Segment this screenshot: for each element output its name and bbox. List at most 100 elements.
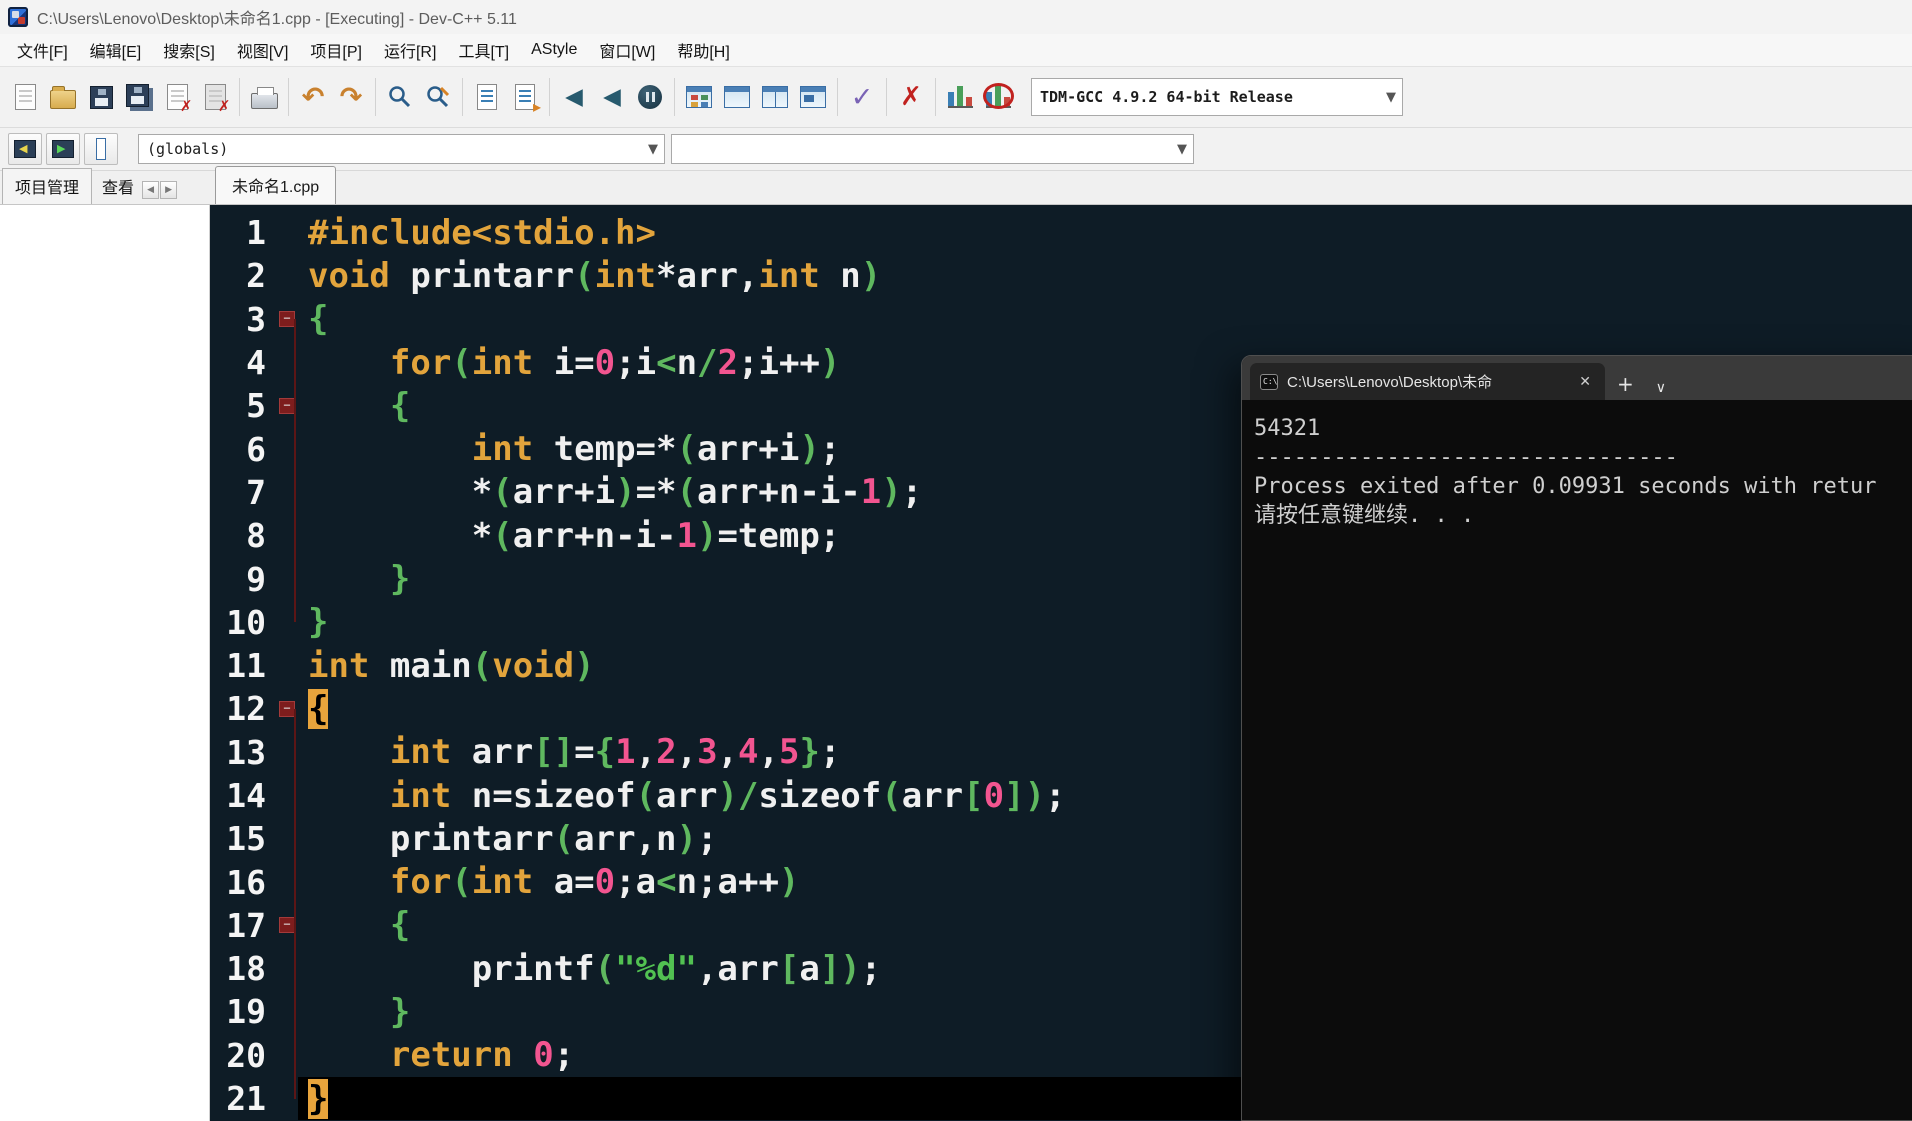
goto-line-button[interactable] — [468, 75, 506, 119]
replace-button[interactable] — [419, 75, 457, 119]
close-file-button[interactable] — [158, 75, 196, 119]
terminal-window[interactable]: C:\ C:\Users\Lenovo\Desktop\未命 ✕ + ∨ 543… — [1241, 355, 1912, 1121]
toolbar-separator — [935, 78, 936, 116]
compile-run-icon — [762, 86, 788, 108]
line-number: 16 — [226, 862, 266, 902]
rebuild-all-button[interactable] — [794, 75, 832, 119]
new-file-button[interactable] — [6, 75, 44, 119]
fold-marker-icon[interactable]: − — [279, 700, 295, 717]
devcpp-app-icon — [8, 7, 28, 27]
compiler-select[interactable]: TDM-GCC 4.9.2 64-bit Release ▼ — [1031, 78, 1403, 116]
line-number: 10 — [226, 602, 266, 642]
profile-button[interactable] — [941, 75, 979, 119]
redo-button[interactable]: ↷ — [332, 75, 370, 119]
window-title: C:\Users\Lenovo\Desktop\未命名1.cpp - [Exec… — [37, 11, 517, 28]
back-arrow-bar-icon: ◀ — [603, 84, 621, 110]
tab-scroll-right-button[interactable]: ▶ — [160, 181, 178, 199]
goto-implementation-button[interactable] — [46, 133, 80, 165]
menu-item[interactable]: 运行[R] — [373, 33, 447, 67]
line-number: 7 — [246, 472, 266, 512]
terminal-tab[interactable]: C:\ C:\Users\Lenovo\Desktop\未命 ✕ — [1250, 363, 1605, 400]
menu-item[interactable]: 帮助[H] — [666, 33, 740, 67]
syntax-check-button[interactable]: ✓ — [843, 75, 881, 119]
terminal-line: 54321 — [1254, 416, 1321, 441]
code-line: 2 void printarr(int *arr, int n) — [210, 254, 1912, 297]
line-number: 8 — [246, 516, 266, 556]
close-all-button[interactable] — [196, 75, 234, 119]
menu-item[interactable]: 视图[V] — [226, 33, 300, 67]
line-number: 4 — [246, 343, 266, 383]
goto-declaration-button[interactable] — [8, 133, 42, 165]
terminal-output: 54321 -------------------------------- Pro… — [1242, 400, 1912, 530]
save-all-button[interactable] — [120, 75, 158, 119]
line-number: 2 — [246, 256, 266, 296]
pause-program-button[interactable] — [631, 75, 669, 119]
terminal-new-tab-button[interactable]: + — [1605, 372, 1646, 400]
toolbar-separator — [549, 78, 550, 116]
find-button[interactable] — [381, 75, 419, 119]
save-all-icon — [125, 83, 149, 107]
tab-project-manager[interactable]: 项目管理 — [2, 168, 93, 204]
fold-marker-icon[interactable]: − — [279, 397, 295, 414]
close-file-icon — [166, 84, 193, 115]
cmd-icon: C:\ — [1260, 373, 1278, 390]
toolbar-separator — [837, 78, 838, 116]
stop-execution-button[interactable]: ✗ — [892, 75, 930, 119]
line-number: 5− — [210, 386, 298, 425]
members-select[interactable]: ▼ — [671, 134, 1194, 164]
menu-item[interactable]: 文件[F] — [6, 33, 79, 67]
menu-item[interactable]: AStyle — [520, 36, 588, 64]
menu-item[interactable]: 窗口[W] — [588, 33, 666, 67]
compiler-select-value: TDM-GCC 4.9.2 64-bit Release — [1040, 88, 1293, 106]
terminal-dropdown-button[interactable]: ∨ — [1646, 380, 1676, 400]
terminal-line: -------------------------------- — [1254, 445, 1678, 470]
compile-icon — [686, 86, 712, 108]
line-number: 1 — [246, 213, 266, 253]
profile-stop-button[interactable] — [979, 75, 1017, 119]
menu-item[interactable]: 工具[T] — [447, 33, 520, 67]
fold-line — [294, 319, 296, 623]
save-button[interactable] — [82, 75, 120, 119]
compile-run-button[interactable] — [756, 75, 794, 119]
globals-select[interactable]: (globals) ▼ — [138, 134, 665, 164]
line-number: 18 — [226, 949, 266, 989]
terminal-tab-bar: C:\ C:\Users\Lenovo\Desktop\未命 ✕ + ∨ — [1242, 356, 1912, 400]
toggle-column-button[interactable] — [84, 133, 118, 165]
compile-button[interactable] — [680, 75, 718, 119]
profile-stop-icon — [985, 86, 1011, 108]
run-button[interactable] — [718, 75, 756, 119]
new-file-icon — [14, 84, 36, 110]
fold-marker-icon[interactable]: − — [279, 917, 295, 934]
pause-icon — [638, 85, 662, 109]
fold-marker-icon[interactable]: − — [279, 311, 295, 328]
goto-next-button[interactable]: ◀ — [593, 75, 631, 119]
menu-item[interactable]: 搜索[S] — [152, 33, 226, 67]
code-line: 3−{ — [210, 298, 1912, 341]
tab-scroll-left-button[interactable]: ◀ — [142, 181, 160, 199]
search-icon — [389, 86, 411, 108]
tab-view[interactable]: 查看 — [94, 169, 142, 204]
toolbar-separator — [288, 78, 289, 116]
goto-prev-button[interactable]: ◀ — [555, 75, 593, 119]
line-number: 11 — [226, 646, 266, 686]
menu-item[interactable]: 项目[P] — [299, 33, 373, 67]
toolbar-separator — [462, 78, 463, 116]
replace-icon — [427, 86, 450, 108]
window-back-arrow-icon — [14, 140, 36, 158]
goto-function-button[interactable] — [506, 75, 544, 119]
editor-tab-untitled1[interactable]: 未命名1.cpp — [215, 166, 337, 204]
terminal-tab-title: C:\Users\Lenovo\Desktop\未命 — [1287, 374, 1493, 391]
toolbar-separator — [239, 78, 240, 116]
line-number: 21 — [226, 1079, 266, 1119]
terminal-tab-close-icon[interactable]: ✕ — [1575, 372, 1595, 392]
menu-item[interactable]: 编辑[E] — [79, 33, 153, 67]
undo-button[interactable]: ↶ — [294, 75, 332, 119]
chevron-down-icon: ▼ — [1177, 141, 1187, 157]
window-green-arrow-icon — [52, 140, 74, 158]
print-button[interactable] — [245, 75, 283, 119]
toolbar-separator — [674, 78, 675, 116]
chevron-down-icon: ▼ — [648, 141, 658, 157]
project-manager-panel[interactable] — [0, 205, 210, 1121]
open-file-button[interactable] — [44, 75, 82, 119]
red-cross-icon: ✗ — [900, 82, 922, 112]
